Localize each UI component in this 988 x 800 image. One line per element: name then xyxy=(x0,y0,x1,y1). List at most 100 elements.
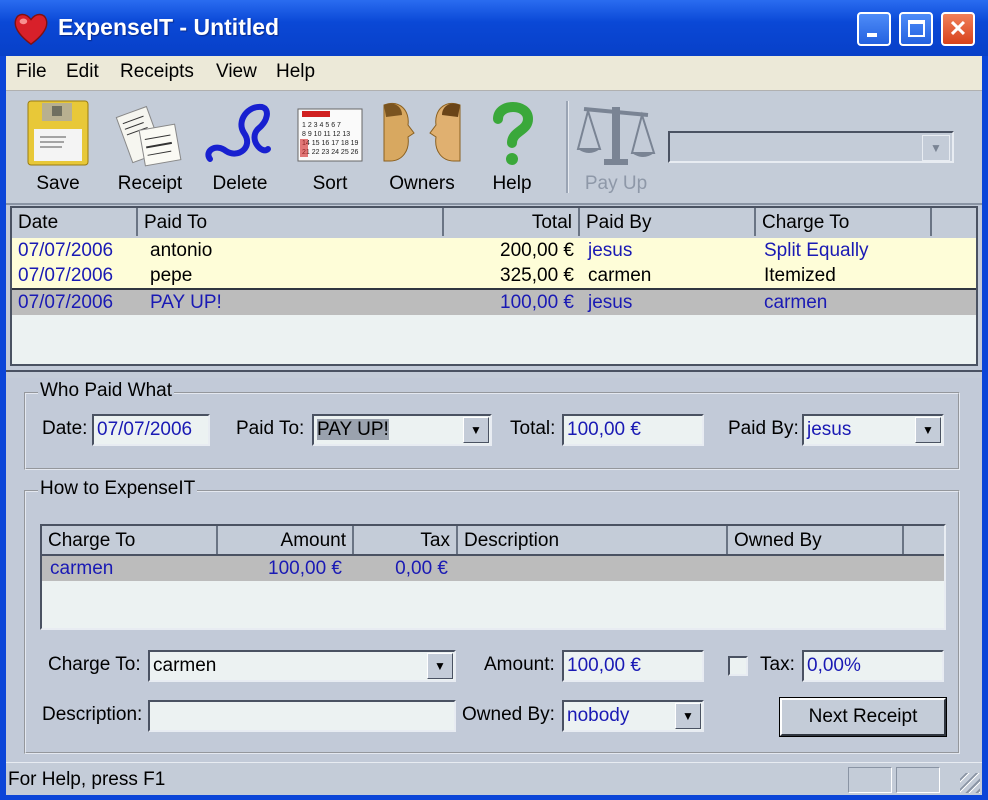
cell-owned-by xyxy=(728,556,904,581)
close-button[interactable]: ✕ xyxy=(941,12,975,46)
status-pane xyxy=(848,767,892,793)
cell-charge-to: carmen xyxy=(764,292,828,313)
question-mark-icon xyxy=(482,99,542,169)
charges-list-header: Charge To Amount Tax Description Owned B… xyxy=(42,526,944,556)
cell-description xyxy=(458,556,728,581)
delete-button[interactable]: Delete xyxy=(202,99,278,195)
paid-to-label: Paid To: xyxy=(236,418,305,439)
faces-icon xyxy=(380,99,464,169)
cell-charge-to: Itemized xyxy=(764,265,836,286)
window-title: ExpenseIT - Untitled xyxy=(58,14,280,40)
chevron-down-icon[interactable]: ▼ xyxy=(922,135,950,161)
menu-view[interactable]: View xyxy=(216,61,257,83)
cell-total: 100,00 € xyxy=(500,292,574,313)
cell-total: 325,00 € xyxy=(500,265,574,286)
status-pane xyxy=(896,767,940,793)
save-label: Save xyxy=(36,173,80,194)
floppy-disk-icon xyxy=(22,99,94,169)
description-label: Description: xyxy=(42,704,143,725)
title-bar[interactable]: ExpenseIT - Untitled ✕ xyxy=(0,0,988,56)
cell-tax: 0,00 € xyxy=(395,558,448,579)
balance-scale-icon xyxy=(576,99,656,169)
cell-date: 07/07/2006 xyxy=(18,292,114,313)
paid-to-select[interactable]: PAY UP! ▼ xyxy=(312,414,492,446)
column-header-tax[interactable]: Tax xyxy=(354,526,458,554)
chevron-down-icon[interactable]: ▼ xyxy=(463,417,489,443)
delete-label: Delete xyxy=(212,173,268,194)
table-row[interactable]: 07/07/2006 pepe 325,00 € carmen Itemized xyxy=(12,263,976,290)
chevron-down-icon[interactable]: ▼ xyxy=(427,653,453,679)
menu-help[interactable]: Help xyxy=(276,61,315,83)
client-area: File Edit Receipts View Help Save Receip… xyxy=(6,56,982,795)
pay-up-label: Pay Up xyxy=(584,173,648,194)
receipt-button[interactable]: Receipt xyxy=(110,99,190,195)
maximize-button[interactable] xyxy=(899,12,933,46)
amount-label: Amount: xyxy=(484,654,555,675)
chevron-down-icon[interactable]: ▼ xyxy=(675,703,701,729)
column-header-total[interactable]: Total xyxy=(444,208,580,236)
who-paid-what-legend: Who Paid What xyxy=(38,380,174,402)
column-header-paid-by[interactable]: Paid By xyxy=(580,208,756,236)
column-header-owned-by[interactable]: Owned By xyxy=(728,526,904,554)
cell-charge-to: Split Equally xyxy=(764,240,869,261)
charge-to-value: carmen xyxy=(153,655,217,676)
column-header-amount[interactable]: Amount xyxy=(218,526,354,554)
menu-file[interactable]: File xyxy=(16,61,47,83)
column-header-charge-to[interactable]: Charge To xyxy=(756,208,932,236)
charge-to-select[interactable]: carmen ▼ xyxy=(148,650,456,682)
pay-up-button[interactable]: Pay Up xyxy=(574,99,658,195)
resize-grip[interactable] xyxy=(960,773,980,793)
column-header-date[interactable]: Date xyxy=(12,208,138,236)
how-to-expenseit-group: How to ExpenseIT Charge To Amount Tax De… xyxy=(24,478,960,754)
receipts-list-header: Date Paid To Total Paid By Charge To xyxy=(12,208,976,240)
table-row-selected[interactable]: 07/07/2006 PAY UP! 100,00 € jesus carmen xyxy=(12,290,976,315)
pay-up-select[interactable]: ▼ xyxy=(668,131,954,163)
who-paid-what-group: Who Paid What Date: 07/07/2006 Paid To: … xyxy=(24,380,960,470)
date-input[interactable]: 07/07/2006 xyxy=(92,414,210,446)
svg-text:8 9 10 11 12 13: 8 9 10 11 12 13 xyxy=(302,131,350,138)
date-label: Date: xyxy=(42,418,88,439)
cell-paid-by: carmen xyxy=(588,265,652,286)
tax-label: Tax: xyxy=(760,654,795,675)
sort-label: Sort xyxy=(312,173,348,194)
owned-by-select[interactable]: nobody ▼ xyxy=(562,700,704,732)
menu-receipts[interactable]: Receipts xyxy=(120,61,194,83)
owned-by-value: nobody xyxy=(567,705,630,726)
tax-input[interactable]: 0,00% xyxy=(802,650,944,682)
cell-total: 200,00 € xyxy=(500,240,574,261)
cell-amount: 100,00 € xyxy=(268,558,342,579)
cell-paid-by: jesus xyxy=(588,240,633,261)
paid-by-select[interactable]: jesus ▼ xyxy=(802,414,944,446)
amount-input[interactable]: 100,00 € xyxy=(562,650,704,682)
next-receipt-button[interactable]: Next Receipt xyxy=(779,697,947,737)
menu-edit[interactable]: Edit xyxy=(66,61,99,83)
column-header-charge-to[interactable]: Charge To xyxy=(42,526,218,554)
chevron-down-icon[interactable]: ▼ xyxy=(915,417,941,443)
how-to-expenseit-legend: How to ExpenseIT xyxy=(38,478,198,500)
cell-paid-to: antonio xyxy=(150,240,213,261)
cell-date: 07/07/2006 xyxy=(18,265,114,286)
table-row[interactable]: 07/07/2006 antonio 200,00 € jesus Split … xyxy=(12,238,976,263)
maximize-icon xyxy=(908,20,925,37)
pane-splitter[interactable] xyxy=(6,370,982,378)
status-bar: For Help, press F1 xyxy=(6,762,982,795)
owners-button[interactable]: Owners xyxy=(378,99,466,195)
app-window: ExpenseIT - Untitled ✕ File Edit Receipt… xyxy=(0,0,988,800)
sort-button[interactable]: 1 2 3 4 5 6 7 8 9 10 11 12 13 14 15 16 17 … xyxy=(292,99,368,195)
toolbar: Save Receipt Delete 1 2 3 4 5 6 7 8 9 10 … xyxy=(6,91,982,205)
minimize-icon xyxy=(867,33,877,37)
paid-by-value: jesus xyxy=(807,419,852,440)
tax-checkbox[interactable] xyxy=(728,656,748,676)
save-button[interactable]: Save xyxy=(20,99,96,195)
total-input[interactable]: 100,00 € xyxy=(562,414,704,446)
column-header-description[interactable]: Description xyxy=(458,526,728,554)
receipts-list: Date Paid To Total Paid By Charge To 07/… xyxy=(10,206,978,366)
minimize-button[interactable] xyxy=(857,12,891,46)
cell-paid-by: jesus xyxy=(588,292,633,313)
table-row-selected[interactable]: carmen 100,00 € 0,00 € xyxy=(42,556,944,581)
help-button[interactable]: Help xyxy=(480,99,544,195)
total-label: Total: xyxy=(510,418,556,439)
description-input[interactable] xyxy=(148,700,456,732)
cell-paid-to: pepe xyxy=(150,265,193,286)
column-header-paid-to[interactable]: Paid To xyxy=(138,208,444,236)
